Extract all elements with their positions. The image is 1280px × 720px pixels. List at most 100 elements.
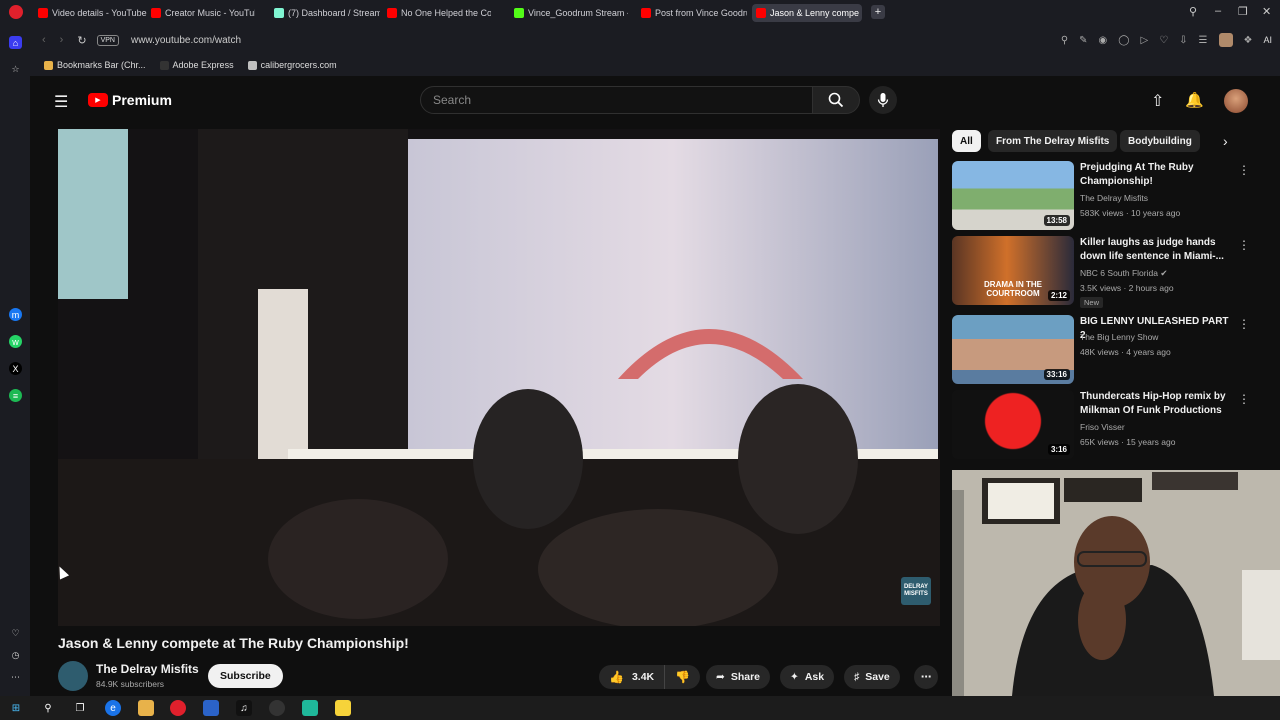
more-options-icon[interactable]: ⋮ (1238, 163, 1250, 177)
more-options-icon[interactable]: ⋮ (1238, 238, 1250, 252)
messenger-icon[interactable]: m (9, 308, 22, 321)
bookmark-icon (159, 60, 169, 70)
bookmark-item[interactable]: calibergrocers.com (247, 60, 337, 70)
thumbs-up-icon: 👍 (609, 670, 624, 684)
video-thumbnail[interactable]: 13:58 (952, 161, 1074, 230)
browser-tab[interactable]: Jason & Lenny compe (752, 4, 862, 22)
video-thumbnail[interactable]: 33:16 (952, 315, 1074, 384)
video-title[interactable]: Prejudging At The Ruby Championship! (1080, 161, 1230, 189)
extensions-icon[interactable]: ❖ (1244, 35, 1253, 46)
video-thumbnail[interactable]: DRAMA IN THE COURTROOM 2:12 (952, 236, 1074, 305)
search-button[interactable] (812, 86, 860, 114)
browser-tab[interactable]: Post from Vince Goodrum (637, 4, 747, 22)
pinboard-icon[interactable]: ☆ (9, 63, 22, 76)
search-input[interactable]: Search (420, 86, 813, 114)
more-options-icon[interactable]: ⋮ (1238, 317, 1250, 331)
upload-icon[interactable]: ⇧ (1151, 91, 1164, 111)
browser-tab[interactable]: (7) Dashboard / Streamlabs (270, 4, 380, 22)
heart-icon[interactable]: ♡ (9, 627, 22, 640)
chip-all[interactable]: All (952, 130, 981, 152)
menu-icon[interactable]: ☰ (1199, 35, 1208, 46)
video-title[interactable]: Killer laughs as judge hands down life s… (1080, 236, 1230, 264)
aria-ai-button[interactable]: AI (1263, 35, 1272, 45)
camera-icon[interactable]: ◉ (1099, 35, 1108, 46)
share-icon: ➦ (716, 671, 725, 683)
whatsapp-icon[interactable]: w (9, 335, 22, 348)
like-button[interactable]: 👍 3.4K (599, 665, 666, 689)
recommendation-item[interactable]: 3:16 Thundercats Hip-Hop remix by Milkma… (952, 390, 1252, 460)
obs-icon[interactable] (269, 700, 285, 716)
channel-watermark[interactable]: DELRAY MISFITS (901, 577, 931, 605)
shield-icon[interactable]: ◯ (1118, 35, 1129, 46)
reload-icon[interactable]: ↻ (77, 34, 86, 47)
spotify-icon[interactable]: ≡ (9, 389, 22, 402)
sticky-notes-icon[interactable] (335, 700, 351, 716)
more-icon[interactable]: ⋯ (9, 671, 22, 684)
opera-logo-icon[interactable] (9, 5, 23, 19)
channel-name[interactable]: NBC 6 South Florida ✔ (1080, 268, 1167, 279)
dislike-button[interactable]: 👎 (665, 670, 700, 684)
voice-search-button[interactable] (869, 86, 897, 114)
bookmark-item[interactable]: Bookmarks Bar (Chr... (44, 60, 146, 70)
video-player[interactable]: DELRAY MISFITS (58, 129, 940, 626)
zoom-icon[interactable]: ⚲ (1061, 35, 1068, 46)
opera-taskbar-icon[interactable] (170, 700, 186, 716)
share-button[interactable]: ➦ Share (706, 665, 770, 689)
hamburger-menu-icon[interactable]: ☰ (54, 92, 68, 112)
edit-icon[interactable]: ✎ (1079, 35, 1087, 46)
channel-name[interactable]: The Big Lenny Show (1080, 332, 1158, 342)
play-icon[interactable]: ▷ (1140, 35, 1148, 46)
task-view-icon[interactable]: ❐ (72, 700, 88, 716)
bookmark-heart-icon[interactable]: ♡ (1159, 35, 1168, 46)
streamlabs-icon[interactable] (302, 700, 318, 716)
channel-name[interactable]: The Delray Misfits (1080, 193, 1148, 203)
new-tab-button[interactable]: + (871, 5, 885, 19)
browser-tab[interactable]: Video details - YouTube St (34, 4, 147, 22)
maximize-icon[interactable]: ❐ (1238, 5, 1248, 18)
browser-tab[interactable]: Vince_Goodrum Stream - (510, 4, 628, 22)
video-thumbnail[interactable]: 3:16 (952, 390, 1074, 459)
account-avatar[interactable] (1224, 89, 1248, 113)
minimize-icon[interactable]: – (1215, 5, 1221, 17)
profile-avatar[interactable] (1218, 33, 1233, 47)
back-icon[interactable]: ‹ (42, 34, 46, 46)
browser-tab[interactable]: Creator Music - YouTube S (147, 4, 255, 22)
taskbar-search-icon[interactable]: ⚲ (40, 700, 56, 716)
channel-name[interactable]: Friso Visser (1080, 422, 1125, 432)
file-explorer-icon[interactable] (138, 700, 154, 716)
subscribe-button[interactable]: Subscribe (208, 664, 283, 688)
bookmark-item[interactable]: Adobe Express (159, 60, 234, 70)
url-field[interactable]: www.youtube.com/watch (131, 35, 241, 46)
recommendation-item[interactable]: 33:16 BIG LENNY UNLEASHED PART 2 The Big… (952, 315, 1252, 385)
browser-tab[interactable]: No One Helped the Cop? (383, 4, 491, 22)
recommendation-item[interactable]: 13:58 Prejudging At The Ruby Championshi… (952, 161, 1252, 231)
ask-button[interactable]: ✦ Ask (780, 665, 835, 689)
chip-from-channel[interactable]: From The Delray Misfits (988, 130, 1118, 152)
x-twitter-icon[interactable]: X (9, 362, 22, 375)
windows-start-icon[interactable]: ⊞ (8, 700, 24, 716)
youtube-logo[interactable]: ▶ Premium (88, 92, 172, 108)
recommendation-item[interactable]: DRAMA IN THE COURTROOM 2:12 Killer laugh… (952, 236, 1252, 308)
forward-icon[interactable]: › (60, 34, 64, 46)
edge-icon[interactable]: e (105, 700, 121, 716)
channel-name-main[interactable]: The Delray Misfits (96, 662, 199, 676)
save-button[interactable]: ♯ Save (844, 665, 900, 689)
tab-label: (7) Dashboard / Streamlabs (288, 8, 380, 18)
more-actions-button[interactable]: ⋯ (914, 665, 938, 689)
channel-avatar[interactable] (58, 661, 88, 691)
chips-next-icon[interactable]: › (1223, 133, 1228, 149)
chip-bodybuilding[interactable]: Bodybuilding (1120, 130, 1200, 152)
home-icon[interactable]: ⌂ (9, 36, 22, 49)
close-icon[interactable]: ✕ (1262, 5, 1271, 18)
download-icon[interactable]: ⇩ (1179, 35, 1187, 46)
sparkle-icon: ✦ (790, 671, 799, 683)
vpn-badge[interactable]: VPN (96, 34, 119, 46)
tiktok-icon[interactable]: ♫ (236, 700, 252, 716)
store-icon[interactable] (203, 700, 219, 716)
history-icon[interactable]: ◷ (9, 649, 22, 662)
notifications-bell-icon[interactable]: 🔔 (1185, 91, 1204, 109)
more-options-icon[interactable]: ⋮ (1238, 392, 1250, 406)
like-count: 3.4K (631, 671, 655, 683)
search-tabs-icon[interactable]: ⚲ (1189, 5, 1197, 18)
video-title[interactable]: Thundercats Hip-Hop remix by Milkman Of … (1080, 390, 1230, 418)
